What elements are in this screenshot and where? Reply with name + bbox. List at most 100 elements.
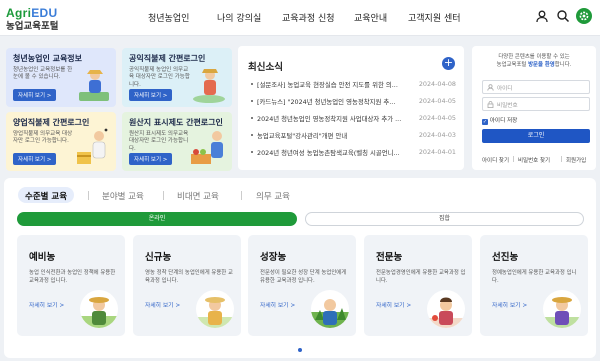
save-id-label: 아이디 저장 (489, 118, 518, 124)
news-title[interactable]: [카드뉴스] "2024년 청년농업인 영농정착지원 추... (257, 97, 405, 106)
checkbox-icon[interactable]: ✓ (482, 119, 488, 125)
user-icon[interactable] (535, 9, 549, 23)
login-intro-portal: 농업교육포털 (496, 62, 527, 69)
logo-edu: EDU (31, 6, 58, 20)
card-desc: 원산지 표시제도 의무교육 대상자만 로그인 가능합니다. (129, 131, 189, 152)
news-item[interactable]: 2024년 청년농업인 영농정착지원 사업대상자 추가 ... 2024-04-… (251, 114, 456, 124)
course-title: 선진농 (492, 252, 519, 263)
course-more-link[interactable]: 자세히 보기 > (376, 300, 411, 309)
news-item[interactable]: 2024년 청년여성 농업농촌탐색교육(벨칭 시골언니... 2024-04-0… (251, 148, 456, 158)
course-title: 예비농 (29, 252, 56, 263)
card-title: 공익직불제 간편로그인 (129, 54, 206, 63)
course-more-link[interactable]: 자세히 보기 > (492, 300, 527, 309)
farmer-avatar (80, 290, 118, 328)
farmer-avatar (427, 290, 465, 328)
nav-youth-farmer[interactable]: 청년농업인 (148, 11, 189, 24)
plus-icon[interactable]: + (442, 57, 455, 70)
nav-course-apply[interactable]: 교육과정 신청 (282, 11, 335, 24)
tab-mandatory-education[interactable]: 의무 교육 (256, 190, 290, 202)
card-desc: 양업직불제 의무교육 대상자만 로그인 가능합니다. (13, 131, 73, 145)
course-desc: 농업 인식전환과 농업인 정책에 유용한 교육과정 입니다. (29, 270, 116, 285)
card-more-button[interactable]: 자세히 보기 > (13, 153, 57, 165)
login-button[interactable]: 로그인 (482, 129, 590, 143)
login-intro-welcome: 방문을 환영 (528, 62, 555, 69)
logo-title: 농업교육포털 (6, 21, 59, 32)
farmer-avatar (543, 290, 581, 328)
news-item[interactable]: [카드뉴스] "2024년 청년농업인 영농정착지원 추... 2024-04-… (251, 97, 456, 107)
login-intro-end: 합니다. (554, 62, 572, 69)
beekeeper-illustration (77, 128, 108, 164)
bullet-icon (251, 134, 253, 136)
course-more-link[interactable]: 자세히 보기 > (29, 300, 64, 309)
course-desc: 전문농업경영인에게 유용한 교육과정 입니다. (376, 270, 466, 285)
course-card-expertfarmer[interactable]: 전문농 전문농업경영인에게 유용한 교육과정 입니다. 자세히 보기 > (364, 235, 472, 336)
search-icon[interactable] (556, 9, 570, 23)
save-id-option[interactable]: ✓ 아이디 저장 (482, 116, 517, 125)
news-date: 2024-04-08 (418, 80, 456, 88)
signup-link[interactable]: 회원가입 (566, 156, 586, 164)
link-divider (513, 156, 514, 162)
news-title[interactable]: [설문조사] 농업교육 현장실습 안전 지도를 위한 의... (257, 80, 405, 89)
card-more-button[interactable]: 자세히 보기 > (13, 89, 57, 101)
find-id-link[interactable]: 아이디 찾기 (482, 156, 509, 164)
tab-divider (241, 191, 242, 200)
settings-icon[interactable] (576, 8, 592, 24)
news-date: 2024-04-01 (418, 148, 456, 156)
nav-support-center[interactable]: 고객지원 센터 (408, 11, 461, 24)
course-title: 전문농 (376, 252, 403, 263)
farmer-avatar (311, 290, 349, 328)
latest-news-title: 최신소식 (248, 62, 283, 73)
farmer-illustration (193, 69, 225, 103)
bullet-icon (251, 151, 253, 153)
card-origin-labeling[interactable]: 원산지 표시제도 간편로그인 원산지 표시제도 의무교육 대상자만 로그인 가능… (122, 112, 232, 171)
course-title: 성장농 (260, 252, 287, 263)
lock-icon (487, 101, 494, 108)
login-intro-line1: 다양한 콘텐츠를 이용할 수 있는 (498, 54, 570, 60)
news-item[interactable]: 농업교육포털"강사관리"개편 안내 2024-04-03 (251, 131, 456, 141)
tab-divider (163, 191, 164, 200)
course-card-advancedfarmer[interactable]: 선진농 정예농업인에게 유용한 교육과정 입니다. 자세히 보기 > (480, 235, 588, 336)
card-public-direct-payment[interactable]: 공익직불제 간편로그인 공익직불제 농업인 의무교육 대상자만 로그인 가능합니… (122, 48, 232, 107)
card-desc: 청년농업인 교육정보를 한 눈에 볼 수 있습니다. (13, 67, 73, 81)
id-icon (487, 84, 494, 91)
vendor-illustration (191, 131, 223, 164)
card-yangup-direct-payment[interactable]: 양업직불제 간편로그인 양업직불제 의무교육 대상자만 로그인 가능합니다. 자… (6, 112, 116, 171)
card-title: 청년농업인 교육정보 (13, 54, 83, 63)
course-desc: 정예농업인에게 유용한 교육과정 입니다. (492, 270, 577, 285)
nav-education-guide[interactable]: 교육안내 (354, 11, 387, 24)
course-more-link[interactable]: 자세히 보기 > (260, 300, 295, 309)
news-title[interactable]: 농업교육포털"강사관리"개편 안내 (257, 131, 405, 140)
farmer-avatar (196, 290, 234, 328)
nav-my-classroom[interactable]: 나의 강의실 (217, 11, 261, 24)
tab-online-education[interactable]: 비대면 교육 (177, 190, 219, 202)
bullet-icon (251, 100, 253, 102)
tab-field-education[interactable]: 분야별 교육 (102, 190, 144, 202)
carousel-dot-active[interactable] (298, 348, 302, 352)
id-field[interactable]: 아이디 (482, 80, 590, 94)
card-more-button[interactable]: 자세히 보기 > (129, 89, 173, 101)
find-password-link[interactable]: 비밀번호 찾기 (518, 156, 550, 164)
card-youth-farmer-info[interactable]: 청년농업인 교육정보 청년농업인 교육정보를 한 눈에 볼 수 있습니다. 자세… (6, 48, 116, 107)
course-desc: 영농 정착 단계의 농업인에게 유용한 교육과정 입니다. (145, 270, 233, 285)
password-field[interactable]: 비밀번호 (482, 97, 590, 111)
tab-divider (88, 191, 89, 200)
course-card-growthfarmer[interactable]: 성장농 전문성이 필요한 성장 단계 농업인에게 유용한 교육과정 입니다. 자… (248, 235, 356, 336)
course-more-link[interactable]: 자세히 보기 > (145, 300, 180, 309)
link-divider (561, 156, 562, 162)
bullet-icon (251, 83, 253, 85)
tab-level-education[interactable]: 수준별 교육 (25, 190, 67, 202)
course-card-prefarmer[interactable]: 예비농 농업 인식전환과 농업인 정책에 유용한 교육과정 입니다. 자세히 보… (17, 235, 125, 336)
logo[interactable]: AgriEDU 농업교육포털 (6, 4, 58, 32)
toggle-offline[interactable]: 집합 (305, 212, 584, 226)
course-title: 신규농 (145, 252, 172, 263)
news-title[interactable]: 2024년 청년여성 농업농촌탐색교육(벨칭 시골언니... (257, 148, 405, 157)
header: AgriEDU 농업교육포털 청년농업인 나의 강의실 교육과정 신청 교육안내… (0, 0, 600, 36)
toggle-online[interactable]: 온라인 (17, 212, 297, 226)
card-more-button[interactable]: 자세히 보기 > (129, 153, 173, 165)
news-title[interactable]: 2024년 청년농업인 영농정착지원 사업대상자 추가 ... (257, 114, 405, 123)
news-item[interactable]: [설문조사] 농업교육 현장실습 안전 지도를 위한 의... 2024-04-… (251, 80, 456, 90)
latest-news-panel: 최신소식 + [설문조사] 농업교육 현장실습 안전 지도를 위한 의... 2… (238, 46, 464, 170)
card-desc: 공익직불제 농업인 의무교육 대상자만 로그인 가능합니다. (129, 67, 190, 88)
course-card-newfarmer[interactable]: 신규농 영농 정착 단계의 농업인에게 유용한 교육과정 입니다. 자세히 보기… (133, 235, 241, 336)
news-date: 2024-04-05 (418, 97, 456, 105)
